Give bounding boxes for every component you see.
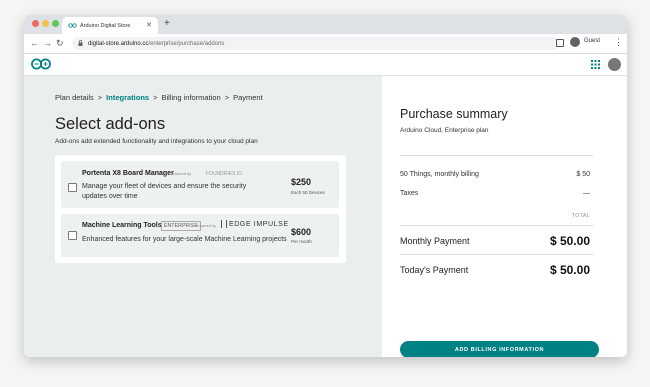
arduino-logo-icon[interactable] <box>30 57 52 71</box>
addon-name: Portenta X8 Board Manager <box>82 170 174 177</box>
divider <box>400 155 593 156</box>
monthly-payment-value: $ 50.00 <box>549 234 590 248</box>
addon-checkbox[interactable] <box>68 231 77 240</box>
reload-icon[interactable]: ↻ <box>56 38 64 49</box>
line-value: $ 50 <box>576 171 590 178</box>
addon-description: Enhanced features for your large-scale M… <box>82 236 287 243</box>
back-arrow-icon[interactable]: ← <box>30 38 39 48</box>
add-billing-information-button[interactable]: ADD BILLING INFORMATION <box>400 341 599 357</box>
edge-impulse-mark-icon <box>221 220 227 228</box>
breadcrumb-payment[interactable]: Payment <box>233 93 263 102</box>
foundries-logo: FOUNDRIES.IO <box>206 171 243 177</box>
page-title: Select add-ons <box>55 115 166 133</box>
breadcrumb: Plan details > Integrations > Billing inform… <box>55 93 263 102</box>
close-tab-icon[interactable]: ✕ <box>146 21 152 29</box>
breadcrumb-separator: > <box>97 93 103 102</box>
total-header: TOTAL <box>571 213 590 219</box>
breadcrumb-plan-details[interactable]: Plan details <box>55 93 94 102</box>
monthly-payment-label: Monthly Payment <box>400 236 470 246</box>
summary-title: Purchase summary <box>400 107 508 121</box>
side-panel-icon[interactable] <box>556 39 564 47</box>
url-path: /enterprise/purchase/addons <box>148 40 225 47</box>
addon-portenta-x8[interactable]: Portenta X8 Board Manager Powered by FOU… <box>61 161 339 208</box>
guest-profile-icon[interactable] <box>570 37 580 47</box>
browser-window: Arduino Digital Store ✕ + ← → ↻ digital-… <box>24 15 627 357</box>
url-field[interactable]: digital-store.arduino.cc/enterprise/purc… <box>72 37 560 50</box>
guest-profile-label[interactable]: Guest <box>584 38 600 44</box>
url-host: digital-store.arduino.cc <box>88 40 149 47</box>
address-bar-row: ← → ↻ digital-store.arduino.cc/enterpris… <box>24 34 627 54</box>
tab-bar: Arduino Digital Store ✕ + <box>24 15 627 34</box>
arduino-favicon-icon <box>68 23 77 28</box>
addon-name: Machine Learning Tools <box>82 222 162 229</box>
addon-price: $250 <box>291 177 312 187</box>
addon-checkbox[interactable] <box>68 183 77 192</box>
line-value: — <box>583 190 590 197</box>
apps-grid-icon[interactable] <box>591 60 600 69</box>
user-avatar[interactable] <box>608 58 621 71</box>
todays-payment-row: Today's Payment $ 50.00 <box>400 263 590 277</box>
addon-machine-learning[interactable]: Machine Learning Tools ENTERPRISE Powere… <box>61 214 339 257</box>
page-subtitle: Add-ons add extended functionality and i… <box>55 138 258 145</box>
forward-arrow-icon[interactable]: → <box>43 38 52 48</box>
browser-tab[interactable]: Arduino Digital Store ✕ <box>62 17 158 34</box>
purchase-summary-panel: Purchase summary Arduino Cloud, Enterpri… <box>382 76 627 357</box>
summary-plan: Arduino Cloud, Enterprise plan <box>400 127 489 134</box>
breadcrumb-separator: > <box>153 93 158 102</box>
minimize-window-dot[interactable] <box>42 20 49 27</box>
site-header <box>24 55 627 76</box>
breadcrumb-separator: > <box>224 93 230 102</box>
lock-icon <box>78 40 83 46</box>
tab-title: Arduino Digital Store <box>80 23 131 29</box>
close-window-dot[interactable] <box>32 20 39 27</box>
line-label: Taxes <box>400 190 419 197</box>
divider <box>400 254 593 255</box>
addon-description: Manage your fleet of devices and ensure … <box>82 183 247 200</box>
summary-line-things: 50 Things, monthly billing $ 50 <box>400 171 590 178</box>
maximize-window-dot[interactable] <box>52 20 59 27</box>
powered-by-label: Powered by <box>171 172 192 176</box>
edge-impulse-logo: EDGE IMPULSE <box>229 221 289 228</box>
powered-by-label: Powered by <box>196 224 217 228</box>
addon-price-note: Each 50 Devices <box>291 190 325 195</box>
line-label: 50 Things, monthly billing <box>400 171 479 178</box>
breadcrumb-billing-information[interactable]: Billing information <box>161 93 220 102</box>
browser-menu-icon[interactable]: ⋮ <box>614 37 623 48</box>
monthly-payment-row: Monthly Payment $ 50.00 <box>400 234 590 248</box>
enterprise-badge: ENTERPRISE <box>161 221 201 231</box>
summary-line-taxes: Taxes — <box>400 190 590 197</box>
addon-price: $600 <box>291 227 312 237</box>
addons-list: Portenta X8 Board Manager Powered by FOU… <box>55 155 346 263</box>
todays-payment-label: Today's Payment <box>400 265 469 275</box>
addon-price-note: Per month <box>291 239 312 244</box>
todays-payment-value: $ 50.00 <box>549 263 590 277</box>
divider <box>400 225 593 226</box>
new-tab-button[interactable]: + <box>164 18 170 29</box>
addons-panel: Plan details > Integrations > Billing inform… <box>24 76 382 357</box>
breadcrumb-integrations[interactable]: Integrations <box>106 93 149 102</box>
